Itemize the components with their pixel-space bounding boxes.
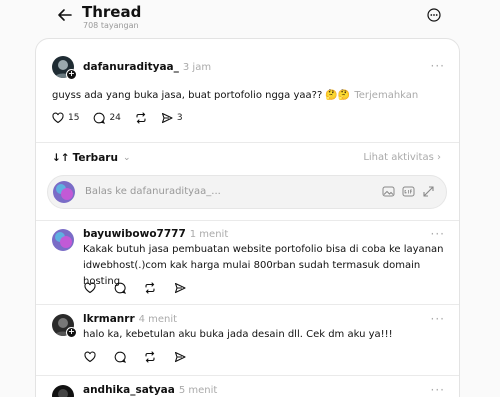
reply-author[interactable]: bayuwibowo7777 1 menit <box>83 228 228 240</box>
back-arrow-icon[interactable] <box>56 6 74 24</box>
reply-more-icon[interactable]: ··· <box>431 383 445 397</box>
avatar <box>53 181 75 203</box>
expand-icon[interactable] <box>422 185 435 198</box>
divider <box>36 220 459 221</box>
reply-time: 5 menit <box>178 385 218 396</box>
gif-icon[interactable] <box>402 185 415 198</box>
post-actions: 15 24 3 <box>52 112 183 124</box>
comment-icon[interactable] <box>114 351 126 363</box>
follow-plus-icon[interactable]: + <box>66 327 77 338</box>
post-time: 3 jam <box>182 62 212 73</box>
heart-icon[interactable] <box>84 351 96 363</box>
reply-actions <box>84 351 186 363</box>
divider <box>36 375 459 376</box>
comment-count: 24 <box>109 113 121 123</box>
reply-input[interactable]: Balas ke dafanuradityaa_... <box>47 175 447 209</box>
translate-link[interactable]: Terjemahkan <box>354 90 418 101</box>
reply-time: 4 menit <box>138 314 178 325</box>
repost-icon <box>136 112 146 124</box>
view-activity-link[interactable]: Lihat aktivitas › <box>363 152 441 163</box>
sort-arrows-icon: ↓↑ <box>52 152 70 164</box>
more-options-icon[interactable] <box>427 8 441 22</box>
sort-label: Terbaru <box>72 152 118 164</box>
reply-author[interactable]: andhika_satyaa 5 menit <box>83 384 217 396</box>
thread-card: + dafanuradityaa_ 3 jam ··· guyss ada yan… <box>35 38 460 397</box>
avatar[interactable] <box>52 385 74 397</box>
repost-icon[interactable] <box>144 282 156 294</box>
reply-placeholder: Balas ke dafanuradityaa_... <box>85 186 221 197</box>
like-button[interactable]: 15 <box>52 112 79 124</box>
repost-button[interactable] <box>135 112 147 124</box>
reply-actions <box>84 282 186 294</box>
reply-text: halo ka, kebetulan aku buka jada desain … <box>83 329 393 340</box>
reply-more-icon[interactable]: ··· <box>431 227 445 241</box>
comment-icon[interactable] <box>114 282 126 294</box>
comment-icon <box>94 112 106 124</box>
divider <box>36 142 459 143</box>
send-icon[interactable] <box>174 282 186 294</box>
like-count: 15 <box>68 113 80 123</box>
share-button[interactable]: 3 <box>161 112 183 124</box>
heart-icon <box>52 112 64 124</box>
image-icon[interactable] <box>382 185 395 198</box>
view-count: 708 tayangan <box>83 21 139 30</box>
repost-icon[interactable] <box>144 351 156 363</box>
send-icon[interactable] <box>174 351 186 363</box>
divider <box>36 304 459 305</box>
share-count: 3 <box>176 113 183 123</box>
reply-more-icon[interactable]: ··· <box>431 312 445 326</box>
post-text: guyss ada yang buka jasa, buat portofoli… <box>52 90 419 101</box>
top-bar: Thread 708 tayangan <box>0 0 500 38</box>
post-author[interactable]: dafanuradityaa_ 3 jam <box>83 61 211 73</box>
sort-selector[interactable]: ↓↑ Terbaru ⌄ <box>52 152 130 164</box>
chevron-down-icon: ⌄ <box>122 153 131 163</box>
send-icon <box>161 112 173 124</box>
heart-icon[interactable] <box>84 282 96 294</box>
page-title: Thread <box>82 3 142 21</box>
post-more-icon[interactable]: ··· <box>431 59 445 73</box>
reply-time: 1 menit <box>189 229 229 240</box>
follow-plus-icon[interactable]: + <box>66 69 77 80</box>
avatar[interactable] <box>52 229 74 251</box>
reply-author[interactable]: lkrmanrr 4 menit <box>83 313 177 325</box>
comment-button[interactable]: 24 <box>93 112 121 124</box>
